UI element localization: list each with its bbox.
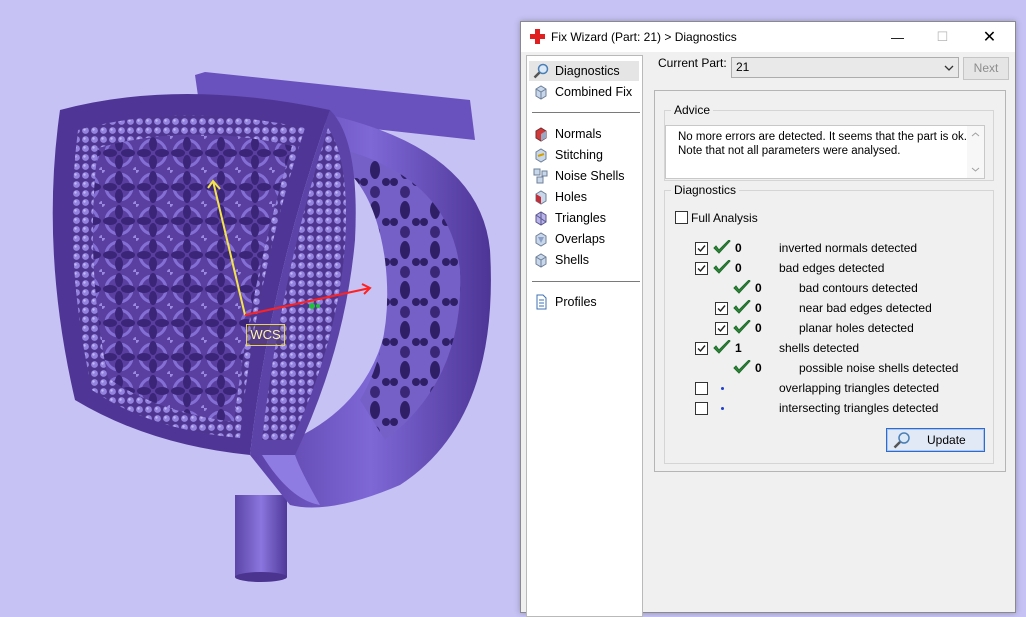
diagnostic-checkbox[interactable] [695,262,708,275]
diagnostic-label: bad contours detected [799,281,918,295]
diagnostic-label: shells detected [779,341,860,355]
diagnostic-count: 0 [755,361,762,375]
nav-item-diagnostics[interactable]: Diagnostics [529,61,639,81]
green-check-icon [713,239,731,256]
diagnostic-label: possible noise shells detected [799,361,959,375]
full-analysis-label: Full Analysis [691,211,758,225]
full-analysis-checkbox[interactable] [675,211,688,224]
pending-dot-icon [721,387,724,390]
green-check-icon [733,279,751,296]
green-check-icon [733,359,751,376]
checkmark-icon [697,265,706,273]
update-label: Update [927,433,966,447]
diagnostic-checkbox[interactable] [715,302,728,315]
green-check-icon [713,339,731,356]
nav-label: Normals [555,127,602,141]
next-button[interactable]: Next [963,57,1009,80]
nav-label: Triangles [555,211,606,225]
advice-legend: Advice [674,103,711,117]
triangles-icon [535,211,547,226]
minimize-icon: — [891,29,904,45]
overlaps-icon [535,232,547,247]
checkmark-icon [697,345,706,353]
nav-separator [532,281,640,282]
advice-textbox[interactable]: No more errors are detected. It seems th… [665,125,985,179]
minimize-button[interactable]: — [875,22,920,52]
fix-wizard-dialog: Fix Wizard (Part: 21) > Diagnostics — ☐ … [520,21,1016,617]
close-icon: ✕ [982,29,997,46]
maximize-button[interactable]: ☐ [920,22,965,52]
green-check-icon [733,299,751,316]
diagnostic-label: near bad edges detected [799,301,932,315]
nav-item-normals[interactable]: Normals [529,124,639,144]
nav-label: Holes [555,190,587,204]
green-check-icon [713,259,731,276]
diagnostic-count: 0 [755,321,762,335]
nav-label: Diagnostics [555,64,620,78]
diagnostic-checkbox[interactable] [695,382,708,395]
nav-item-combined-fix[interactable]: Combined Fix [529,82,639,102]
diagnostic-label: intersecting triangles detected [779,401,939,415]
red-cross-icon [530,29,545,44]
magnifier-icon [533,63,549,79]
diagnostic-count: 0 [735,261,742,275]
wcs-label: WCS [246,324,285,346]
nav-item-shells[interactable]: Shells [529,250,639,270]
wizard-navigation: Diagnostics Combined Fix Normals Stitchi… [526,55,643,617]
magnifier-icon [893,432,910,449]
nav-label: Stitching [555,148,603,162]
nav-separator [532,112,640,113]
advice-scrollbar[interactable] [967,126,984,178]
shells-icon [535,253,547,268]
green-check-icon [733,319,751,336]
stitching-icon [535,148,547,163]
diagnostic-label: overlapping triangles detected [779,381,940,395]
checkmark-icon [697,245,706,253]
nav-label: Overlaps [555,232,606,246]
nav-label: Shells [555,253,590,267]
dialog-title: Fix Wizard (Part: 21) > Diagnostics [551,30,737,44]
nav-item-holes[interactable]: Holes [529,187,639,207]
diagnostics-legend: Diagnostics [674,183,737,197]
diagnostic-label: inverted normals detected [779,241,918,255]
noise-shells-icon [533,168,548,184]
diagnostic-checkbox[interactable] [715,322,728,335]
nav-item-triangles[interactable]: Triangles [529,208,639,228]
nav-item-profiles[interactable]: Profiles [529,292,639,312]
diagnostic-checkbox[interactable] [695,242,708,255]
diagnostic-count: 1 [735,341,742,355]
update-button[interactable]: Update [886,428,985,452]
pending-dot-icon [721,407,724,410]
nav-item-stitching[interactable]: Stitching [529,145,639,165]
document-icon [536,294,547,310]
nav-label: Noise Shells [555,169,625,183]
maximize-icon: ☐ [936,29,949,44]
close-button[interactable]: ✕ [967,22,1012,52]
nav-item-noise-shells[interactable]: Noise Shells [529,166,639,186]
diagnostics-panel: Advice No more errors are detected. It s… [654,90,1006,472]
diagnostic-count: 0 [755,301,762,315]
diagnostic-label: bad edges detected [779,261,885,275]
advice-text: No more errors are detected. It seems th… [678,131,967,157]
current-part-label: Current Part: [658,56,727,70]
normals-cube-icon [535,127,547,142]
checkmark-icon [717,325,726,333]
nav-label: Profiles [555,295,597,309]
holes-icon [535,190,547,205]
current-part-value: 21 [736,60,750,74]
diagnostic-count: 0 [755,281,762,295]
checkmark-icon [717,305,726,313]
nav-label: Combined Fix [555,85,633,99]
diagnostic-count: 0 [735,241,742,255]
cube-icon [535,85,547,100]
title-bar[interactable]: Fix Wizard (Part: 21) > Diagnostics — ☐ … [521,22,1015,52]
chevron-down-icon [944,65,954,71]
nav-item-overlaps[interactable]: Overlaps [529,229,639,249]
diagnostic-label: planar holes detected [799,321,914,335]
current-part-select[interactable]: 21 [731,57,959,78]
diagnostic-checkbox[interactable] [695,402,708,415]
diagnostic-checkbox[interactable] [695,342,708,355]
